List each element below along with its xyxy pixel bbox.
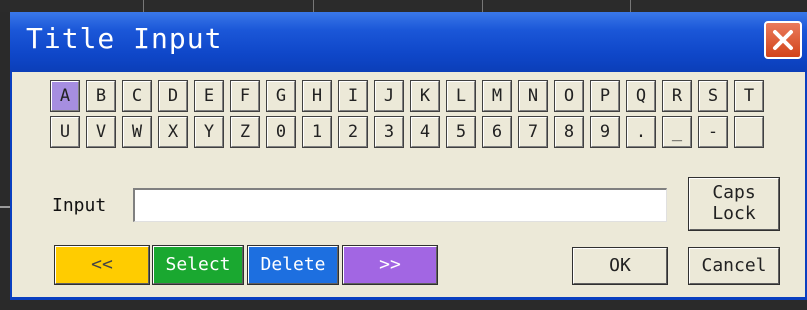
key-d[interactable]: D (158, 80, 188, 112)
key-y[interactable]: Y (194, 116, 224, 148)
key-v[interactable]: V (86, 116, 116, 148)
key-e[interactable]: E (194, 80, 224, 112)
key-x[interactable]: X (158, 116, 188, 148)
background-divider (143, 0, 144, 12)
background-top (0, 0, 807, 12)
key-n[interactable]: N (518, 80, 548, 112)
key-k[interactable]: K (410, 80, 440, 112)
key-m[interactable]: M (482, 80, 512, 112)
key-c[interactable]: C (122, 80, 152, 112)
caps-lock-label: Caps Lock (712, 182, 756, 224)
select-button[interactable]: Select (152, 245, 244, 285)
key-blank[interactable] (734, 116, 764, 148)
key-dot[interactable]: . (626, 116, 656, 148)
key-7[interactable]: 7 (518, 116, 548, 148)
close-button[interactable] (764, 21, 802, 59)
key-p[interactable]: P (590, 80, 620, 112)
key-a[interactable]: A (50, 80, 80, 112)
delete-button[interactable]: Delete (247, 245, 339, 285)
key-g[interactable]: G (266, 80, 296, 112)
key-b[interactable]: B (86, 80, 116, 112)
background-tick (0, 206, 10, 208)
key-j[interactable]: J (374, 80, 404, 112)
title-bar[interactable]: Title Input (10, 12, 807, 72)
key-8[interactable]: 8 (554, 116, 584, 148)
input-field[interactable] (133, 188, 667, 222)
key-5[interactable]: 5 (446, 116, 476, 148)
key-t[interactable]: T (734, 80, 764, 112)
key-dash[interactable]: - (698, 116, 728, 148)
key-4[interactable]: 4 (410, 116, 440, 148)
key-w[interactable]: W (122, 116, 152, 148)
key-3[interactable]: 3 (374, 116, 404, 148)
key-9[interactable]: 9 (590, 116, 620, 148)
cancel-button[interactable]: Cancel (688, 247, 780, 285)
background-divider (630, 0, 631, 12)
background-bottom (0, 300, 807, 310)
background-divider (313, 0, 314, 12)
ok-button[interactable]: OK (572, 247, 668, 285)
key-o[interactable]: O (554, 80, 584, 112)
close-icon (773, 30, 793, 50)
key-f[interactable]: F (230, 80, 260, 112)
input-label: Input (52, 195, 107, 216)
caps-lock-button[interactable]: Caps Lock (688, 177, 780, 231)
key-1[interactable]: 1 (302, 116, 332, 148)
key-s[interactable]: S (698, 80, 728, 112)
next-button[interactable]: >> (342, 245, 438, 285)
key-q[interactable]: Q (626, 80, 656, 112)
key-h[interactable]: H (302, 80, 332, 112)
key-z[interactable]: Z (230, 116, 260, 148)
key-r[interactable]: R (662, 80, 692, 112)
key-6[interactable]: 6 (482, 116, 512, 148)
key-underscore[interactable]: _ (662, 116, 692, 148)
background-divider (482, 0, 483, 12)
key-i[interactable]: I (338, 80, 368, 112)
key-l[interactable]: L (446, 80, 476, 112)
previous-button[interactable]: << (54, 245, 150, 285)
key-u[interactable]: U (50, 116, 80, 148)
key-2[interactable]: 2 (338, 116, 368, 148)
key-0[interactable]: 0 (266, 116, 296, 148)
title-input-dialog: Title Input ABCDEFGHIJKLMNOPQRST UVWXYZ0… (10, 12, 807, 300)
window-title: Title Input (26, 22, 223, 55)
